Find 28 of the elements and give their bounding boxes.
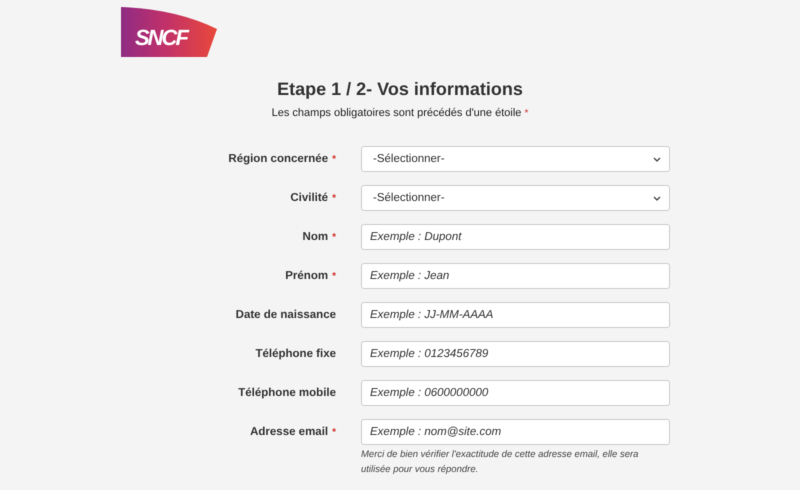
required-asterisk: * <box>332 154 336 165</box>
field-label: Date de naissance <box>236 309 336 321</box>
field-label: Nom <box>302 231 328 243</box>
field-label: Prénom <box>285 270 328 282</box>
input-field[interactable]: Exemple : 0123456789 <box>361 341 670 367</box>
dropdown[interactable]: -Sélectionner- <box>361 146 670 172</box>
input-field[interactable]: Exemple : nom@site.com <box>361 419 670 445</box>
dropdown[interactable]: -Sélectionner- <box>361 185 670 211</box>
chevron-down-icon <box>653 196 661 200</box>
input-field[interactable]: Exemple : JJ-MM-AAAA <box>361 302 670 328</box>
input-field[interactable]: Exemple : Dupont <box>361 224 670 250</box>
sncf-logo: SNCF <box>121 7 217 57</box>
required-asterisk: * <box>524 108 528 119</box>
field-label: Adresse email <box>250 426 328 438</box>
chevron-down-icon <box>653 156 661 162</box>
page-title: Etape 1 / 2- Vos informations <box>276 78 524 100</box>
required-asterisk: * <box>332 232 336 243</box>
required-asterisk: * <box>332 271 336 282</box>
field-label: Téléphone fixe <box>255 348 336 360</box>
required-asterisk: * <box>332 193 336 204</box>
help-text: Merci de bien vérifier l'exactitude de cette adresse email, elle sera utilisée pour vous répondre. <box>361 448 640 477</box>
field-label: Téléphone mobile <box>238 387 336 399</box>
field-label: Région concernée <box>228 153 328 165</box>
required-asterisk: * <box>332 427 336 438</box>
input-field[interactable]: Exemple : Jean <box>361 263 670 289</box>
input-field[interactable]: Exemple : 0600000000 <box>361 380 670 406</box>
required-note: Les champs obligatoires sont précédés d'une étoile <box>272 107 522 119</box>
field-label: Civilité <box>290 192 328 204</box>
